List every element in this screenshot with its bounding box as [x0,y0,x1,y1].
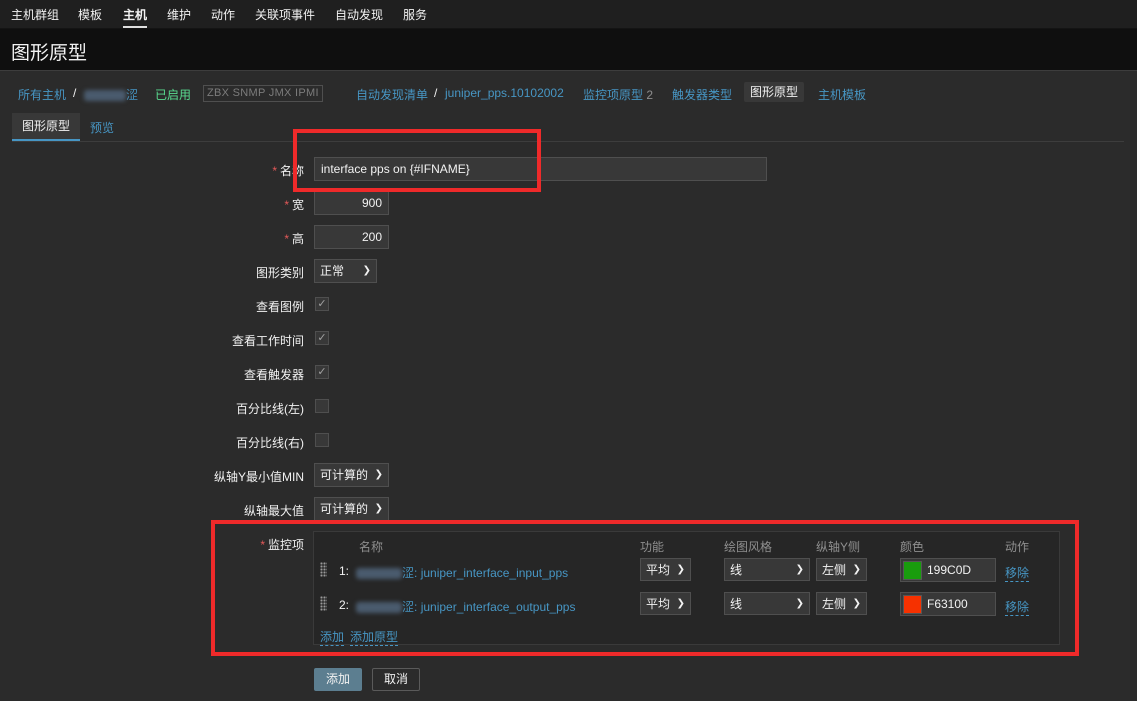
y-axis-select[interactable]: 左侧 ❯ [816,558,867,581]
items-label: * 监控项 [260,538,304,552]
breadcrumb-discovery-rule[interactable]: juniper_pps.10102002 [445,86,564,100]
graph-type-select[interactable]: 正常 ❯ [314,259,377,283]
tab-graph-prototype[interactable]: 图形原型 [12,113,80,141]
breadcrumb-separator: / [73,86,77,100]
column-color: 颜色 [900,540,925,554]
table-row-index: 2: [339,598,350,612]
breadcrumb-trigger-prototypes[interactable]: 触发器类型 [672,86,732,103]
show-working-time-label: 查看工作时间 [231,334,304,348]
page-title: 图形原型 [11,43,88,64]
redacted-host-name [84,90,126,102]
breadcrumb-separator: / [434,86,438,100]
y-axis-select[interactable]: 左侧 ❯ [816,592,867,615]
status-enabled[interactable]: 已启用 [155,86,191,103]
item-name-link[interactable]: 涩: juniper_interface_input_pps [356,564,568,581]
graph-type-label: 图形类别 [255,266,304,280]
breadcrumb-graph-prototypes[interactable]: 图形原型 [744,82,805,102]
column-name: 名称 [359,540,384,554]
chevron-down-icon: ❯ [374,469,383,480]
nav-actions[interactable]: 动作 [211,6,235,23]
function-select[interactable]: 平均 ❯ [640,592,691,615]
add-prototype-link[interactable]: 添加原型 [350,628,399,646]
height-input[interactable]: 200 [314,225,389,249]
breadcrumb-host-templates[interactable]: 主机模板 [818,86,866,103]
show-working-time-checkbox[interactable]: ✓ [315,331,329,345]
top-menu: 主机群组 模板 主机 维护 动作 关联项事件 自动发现 服务 [0,0,1137,29]
items-table [313,531,1060,645]
nav-correlation[interactable]: 关联项事件 [255,6,315,23]
add-item-link[interactable]: 添加 [320,628,345,646]
nav-hosts[interactable]: 主机 [123,6,148,28]
color-swatch[interactable] [903,595,922,614]
draw-style-select[interactable]: 线 ❯ [724,592,810,615]
chevron-down-icon: ❯ [676,598,685,609]
add-button[interactable]: 添加 [314,668,362,691]
item-prototypes-label: 监控项原型 [583,88,644,102]
ymax-label: 纵轴最大值 [243,504,304,518]
nav-services[interactable]: 服务 [403,6,427,23]
show-legend-checkbox[interactable]: ✓ [315,297,329,311]
width-input[interactable]: 900 [314,191,389,215]
ymin-select[interactable]: 可计算的 ❯ [314,463,389,487]
item-name-link[interactable]: 涩: juniper_interface_output_pps [356,598,575,615]
breadcrumb-host[interactable]: 涩 [84,86,138,103]
column-function: 功能 [640,540,665,554]
nav-templates[interactable]: 模板 [78,6,102,23]
color-swatch[interactable] [903,561,922,580]
show-triggers-label: 查看触发器 [243,368,304,382]
chevron-down-icon: ❯ [852,564,861,575]
function-select[interactable]: 平均 ❯ [640,558,691,581]
ymin-label: 纵轴Y最小值MIN [213,470,304,484]
breadcrumb-all-hosts[interactable]: 所有主机 [18,86,66,103]
chevron-down-icon: ❯ [676,564,685,575]
table-row-index: 1: [339,564,350,578]
breadcrumb-host-suffix[interactable]: 涩 [126,88,138,102]
nav-host-groups[interactable]: 主机群组 [11,6,59,23]
interface-availability: ZBX SNMP JMX IPMI [203,85,323,102]
name-label: * 名称 [272,164,304,178]
cancel-button[interactable]: 取消 [372,668,420,691]
show-legend-label: 查看图例 [255,300,304,314]
drag-handle-icon[interactable] [320,596,327,611]
chevron-down-icon: ❯ [795,598,804,609]
drag-handle-icon[interactable] [320,562,327,577]
breadcrumb-discovery-list[interactable]: 自动发现清单 [356,86,428,103]
width-label: * 宽 [284,198,304,212]
remove-link[interactable]: 移除 [1005,564,1030,582]
column-action: 动作 [1005,540,1030,554]
draw-style-select[interactable]: 线 ❯ [724,558,810,581]
remove-link[interactable]: 移除 [1005,598,1030,616]
tab-preview[interactable]: 预览 [90,119,114,136]
ymax-select[interactable]: 可计算的 ❯ [314,497,389,521]
nav-maintenance[interactable]: 维护 [167,6,191,23]
chevron-down-icon: ❯ [852,598,861,609]
percentile-right-checkbox[interactable] [315,433,329,447]
nav-discovery[interactable]: 自动发现 [335,6,383,23]
item-prototypes-count: 2 [646,88,654,102]
height-label: * 高 [284,232,304,246]
breadcrumb-item-prototypes[interactable]: 监控项原型 2 [583,86,653,103]
percentile-right-label: 百分比线(右) [236,436,304,450]
page-header: 图形原型 [0,29,1137,70]
header-divider [0,70,1137,71]
column-draw-style: 绘图风格 [724,540,773,554]
column-y-axis: 纵轴Y侧 [816,540,861,554]
percentile-left-label: 百分比线(左) [236,402,304,416]
chevron-down-icon: ❯ [362,265,371,276]
percentile-left-checkbox[interactable] [315,399,329,413]
name-input[interactable]: interface pps on {#IFNAME} [314,157,767,181]
show-triggers-checkbox[interactable]: ✓ [315,365,329,379]
chevron-down-icon: ❯ [374,503,383,514]
chevron-down-icon: ❯ [795,564,804,575]
